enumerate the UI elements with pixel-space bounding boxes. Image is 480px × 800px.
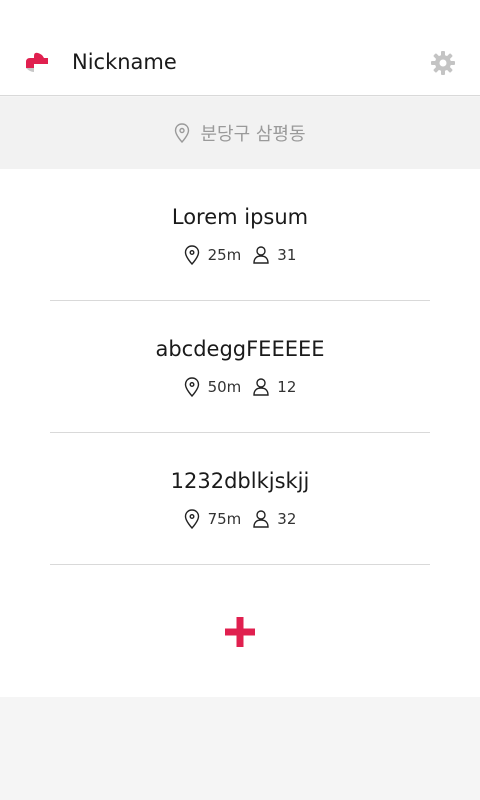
location-pin-icon [184, 245, 199, 265]
gear-icon[interactable] [429, 49, 457, 77]
location-pin-icon [184, 377, 199, 397]
page-title: Nickname [72, 50, 177, 74]
room-member-count: 31 [277, 246, 297, 264]
room-distance: 50m [207, 378, 242, 396]
room-member-count: 32 [277, 510, 297, 528]
location-pin-icon [175, 123, 190, 143]
person-icon [253, 378, 269, 396]
location-pin-icon [184, 509, 199, 529]
list-item[interactable]: abcdeggFEEEEE 50m 12 [50, 301, 430, 433]
person-icon [253, 510, 269, 528]
room-meta: 25m 31 [50, 245, 430, 265]
location-text: 분당구 삼평동 [200, 124, 306, 145]
room-distance: 25m [207, 246, 242, 264]
heart-logo-icon [26, 50, 48, 72]
room-meta: 75m 32 [50, 509, 430, 529]
location-bar[interactable]: 분당구 삼평동 [0, 97, 480, 169]
plus-icon [225, 617, 255, 647]
room-distance: 75m [207, 510, 242, 528]
room-name: Lorem ipsum [171, 205, 309, 229]
room-list: Lorem ipsum 25m 31 abcdeggFEEEEE 50m 12 … [0, 169, 480, 697]
room-name: abcdeggFEEEEE [155, 337, 325, 361]
app-header: Nickname [0, 0, 480, 96]
list-item[interactable]: Lorem ipsum 25m 31 [50, 169, 430, 301]
list-item[interactable]: 1232dblkjskjj 75m 32 [50, 433, 430, 565]
room-member-count: 12 [277, 378, 297, 396]
room-name: 1232dblkjskjj [170, 469, 310, 493]
add-room-button[interactable] [222, 614, 258, 650]
person-icon [253, 246, 269, 264]
room-meta: 50m 12 [50, 377, 430, 397]
